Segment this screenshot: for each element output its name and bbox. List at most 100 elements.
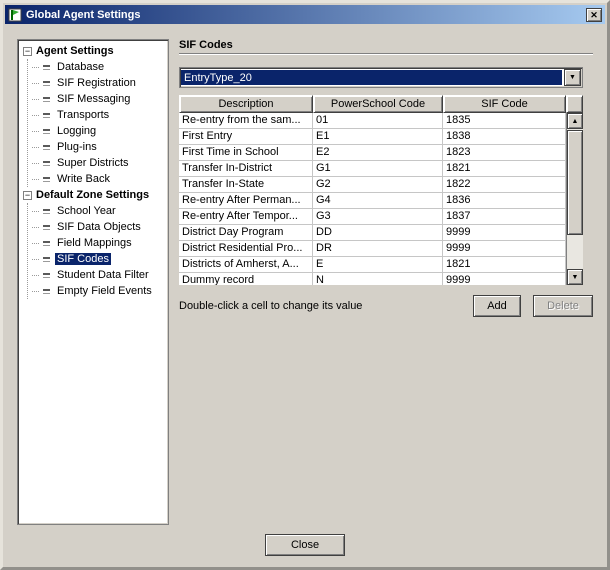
column-header-spacer: [566, 95, 583, 113]
tree-item-database[interactable]: Database: [30, 59, 166, 75]
cell-description[interactable]: First Entry: [179, 129, 313, 144]
column-header-powerschool-code[interactable]: PowerSchool Code: [313, 95, 443, 113]
dropdown-arrow-button[interactable]: ▼: [564, 69, 581, 86]
table-row: Districts of Amherst, A...E1821: [179, 257, 566, 273]
tree-item-sif-data-objects[interactable]: SIF Data Objects: [30, 219, 166, 235]
cell-description[interactable]: Transfer In-District: [179, 161, 313, 176]
page-icon: [43, 143, 51, 151]
window-title: Global Agent Settings: [26, 9, 582, 21]
delete-button[interactable]: Delete: [533, 295, 593, 317]
page-icon: [43, 79, 51, 87]
tree-item-label: SIF Messaging: [55, 93, 132, 105]
tree-item-sif-messaging[interactable]: SIF Messaging: [30, 91, 166, 107]
page-icon: [43, 159, 51, 167]
tree-item-logging[interactable]: Logging: [30, 123, 166, 139]
tree-item-plug-ins[interactable]: Plug-ins: [30, 139, 166, 155]
tree-item-student-data-filter[interactable]: Student Data Filter: [30, 267, 166, 283]
scrollbar-track[interactable]: [567, 236, 583, 269]
cell-description[interactable]: Re-entry After Perman...: [179, 193, 313, 208]
cell-sif-code[interactable]: 9999: [443, 241, 566, 256]
cell-description[interactable]: Dummy record: [179, 273, 313, 285]
tree-item-sif-registration[interactable]: SIF Registration: [30, 75, 166, 91]
table-header: Description PowerSchool Code SIF Code: [179, 95, 583, 113]
cell-sif-code[interactable]: 1823: [443, 145, 566, 160]
chevron-down-icon: ▼: [569, 74, 576, 81]
tree-item-label: School Year: [55, 205, 118, 217]
cell-powerschool-code[interactable]: DR: [313, 241, 443, 256]
scrollbar-thumb[interactable]: [567, 130, 583, 235]
cell-powerschool-code[interactable]: E2: [313, 145, 443, 160]
tree-item-transports[interactable]: Transports: [30, 107, 166, 123]
cell-sif-code[interactable]: 1822: [443, 177, 566, 192]
cell-powerschool-code[interactable]: N: [313, 273, 443, 285]
entry-type-dropdown[interactable]: EntryType_20 ▼: [179, 67, 583, 88]
tree-section-agent-settings[interactable]: − Agent Settings: [20, 43, 166, 59]
panel-title: SIF Codes: [179, 39, 233, 51]
cell-powerschool-code[interactable]: G4: [313, 193, 443, 208]
tree-item-label: Plug-ins: [55, 141, 99, 153]
collapse-icon[interactable]: −: [23, 191, 32, 200]
table-row: Dummy recordN9999: [179, 273, 566, 285]
app-icon: [8, 8, 22, 22]
page-icon: [43, 255, 51, 263]
cell-sif-code[interactable]: 1836: [443, 193, 566, 208]
table-body: Re-entry from the sam...011835 First Ent…: [179, 113, 566, 285]
tree-section-default-zone-settings[interactable]: − Default Zone Settings: [20, 187, 166, 203]
tree-item-sif-codes[interactable]: SIF Codes: [30, 251, 166, 267]
tree-item-label: Database: [55, 61, 106, 73]
tree-item-label: SIF Data Objects: [55, 221, 143, 233]
table-row: District Day ProgramDD9999: [179, 225, 566, 241]
table-row: First EntryE11838: [179, 129, 566, 145]
cell-sif-code[interactable]: 9999: [443, 273, 566, 285]
cell-powerschool-code[interactable]: E: [313, 257, 443, 272]
cell-powerschool-code[interactable]: DD: [313, 225, 443, 240]
table-row: Re-entry After Perman...G41836: [179, 193, 566, 209]
tree-section-label: Default Zone Settings: [36, 189, 149, 201]
column-header-sif-code[interactable]: SIF Code: [443, 95, 566, 113]
cell-sif-code[interactable]: 1837: [443, 209, 566, 224]
cell-description[interactable]: District Day Program: [179, 225, 313, 240]
cell-sif-code[interactable]: 1821: [443, 257, 566, 272]
default-zone-settings-children: School Year SIF Data Objects Field Mappi…: [27, 203, 166, 299]
cell-powerschool-code[interactable]: G2: [313, 177, 443, 192]
cell-sif-code[interactable]: 9999: [443, 225, 566, 240]
cell-sif-code[interactable]: 1838: [443, 129, 566, 144]
cell-sif-code[interactable]: 1821: [443, 161, 566, 176]
tree-item-field-mappings[interactable]: Field Mappings: [30, 235, 166, 251]
cell-powerschool-code[interactable]: E1: [313, 129, 443, 144]
table-row: Re-entry from the sam...011835: [179, 113, 566, 129]
cell-powerschool-code[interactable]: 01: [313, 113, 443, 128]
arrow-down-icon: ▼: [572, 274, 579, 281]
window-close-button[interactable]: ✕: [586, 8, 602, 22]
scroll-down-button[interactable]: ▼: [567, 269, 583, 285]
table-row: Re-entry After Tempor...G31837: [179, 209, 566, 225]
global-agent-settings-dialog: Global Agent Settings ✕ − Agent Settings…: [0, 0, 610, 570]
page-icon: [43, 223, 51, 231]
page-icon: [43, 63, 51, 71]
table-scrollbar[interactable]: ▲ ▼: [566, 113, 583, 285]
close-button[interactable]: Close: [265, 534, 345, 556]
sif-codes-table: Description PowerSchool Code SIF Code Re…: [179, 95, 583, 285]
cell-description[interactable]: District Residential Pro...: [179, 241, 313, 256]
add-button[interactable]: Add: [473, 295, 521, 317]
tree-item-label: Empty Field Events: [55, 285, 154, 297]
tree-item-school-year[interactable]: School Year: [30, 203, 166, 219]
cell-powerschool-code[interactable]: G3: [313, 209, 443, 224]
agent-settings-children: Database SIF Registration SIF Messaging …: [27, 59, 166, 187]
table-row: First Time in SchoolE21823: [179, 145, 566, 161]
cell-description[interactable]: Districts of Amherst, A...: [179, 257, 313, 272]
column-header-description[interactable]: Description: [179, 95, 313, 113]
cell-description[interactable]: First Time in School: [179, 145, 313, 160]
edit-hint-text: Double-click a cell to change its value: [179, 300, 473, 312]
tree-item-super-districts[interactable]: Super Districts: [30, 155, 166, 171]
cell-description[interactable]: Re-entry After Tempor...: [179, 209, 313, 224]
cell-description[interactable]: Transfer In-State: [179, 177, 313, 192]
collapse-icon[interactable]: −: [23, 47, 32, 56]
title-bar[interactable]: Global Agent Settings ✕: [5, 5, 605, 24]
cell-powerschool-code[interactable]: G1: [313, 161, 443, 176]
tree-item-write-back[interactable]: Write Back: [30, 171, 166, 187]
tree-item-empty-field-events[interactable]: Empty Field Events: [30, 283, 166, 299]
scroll-up-button[interactable]: ▲: [567, 113, 583, 129]
cell-description[interactable]: Re-entry from the sam...: [179, 113, 313, 128]
cell-sif-code[interactable]: 1835: [443, 113, 566, 128]
